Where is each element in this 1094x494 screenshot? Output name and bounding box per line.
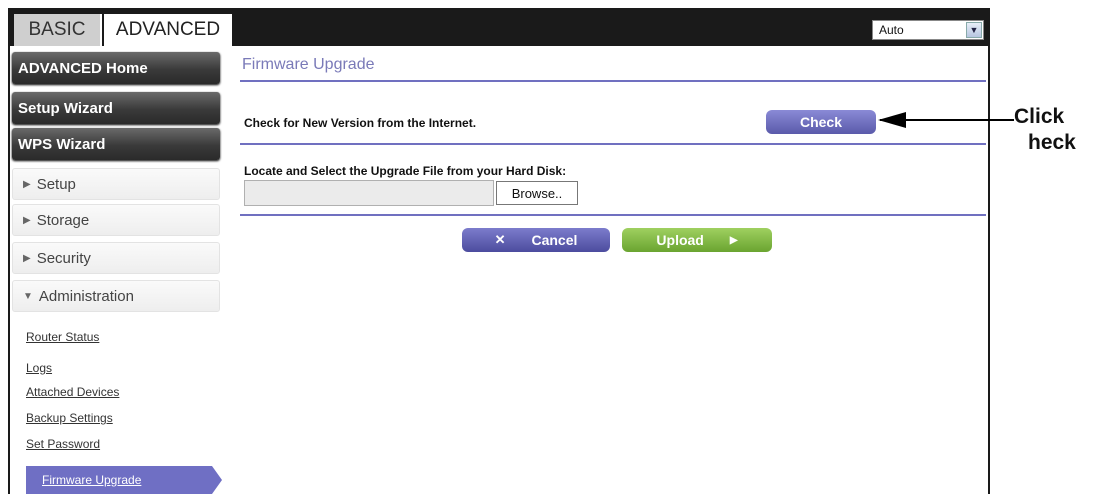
upgrade-file-input[interactable]	[244, 180, 494, 206]
sidebar-item-setup[interactable]: ▶ Setup	[12, 168, 220, 200]
callout-text-line2: heck	[1028, 131, 1076, 154]
sidebar-wps-wizard[interactable]: WPS Wizard	[12, 128, 220, 160]
cancel-button[interactable]: ✕ Cancel	[462, 228, 610, 252]
language-select-value: Auto	[879, 23, 904, 37]
divider	[240, 80, 986, 82]
sidebar-item-administration[interactable]: ▼ Administration	[12, 280, 220, 312]
language-select[interactable]: Auto ▼	[872, 20, 984, 40]
sidebar-link-backup-settings[interactable]: Backup Settings	[26, 411, 113, 425]
sidebar-link-logs[interactable]: Logs	[26, 361, 52, 375]
sidebar-item-label: Storage	[36, 211, 90, 229]
sidebar-advanced-home[interactable]: ADVANCED Home	[12, 52, 220, 84]
sidebar-item-label: Administration	[38, 287, 134, 305]
tab-basic[interactable]: BASIC	[14, 14, 102, 46]
triangle-right-icon: ▶	[23, 214, 31, 226]
sidebar-link-set-password[interactable]: Set Password	[26, 437, 100, 451]
sidebar-item-security[interactable]: ▶ Security	[12, 242, 220, 274]
callout-text-line1: Click	[1014, 105, 1065, 128]
cancel-button-label: Cancel	[531, 232, 578, 248]
divider	[240, 143, 986, 145]
sidebar-item-storage[interactable]: ▶ Storage	[12, 204, 220, 236]
arrow-left-icon	[878, 112, 906, 128]
sidebar-link-router-status[interactable]: Router Status	[26, 330, 99, 344]
divider	[240, 214, 986, 216]
tab-advanced[interactable]: ADVANCED	[104, 14, 232, 46]
sidebar-item-label: Setup	[36, 175, 76, 193]
check-version-label: Check for New Version from the Internet.	[244, 116, 477, 130]
triangle-down-icon: ▼	[23, 290, 33, 302]
triangle-right-icon: ▶	[23, 178, 31, 190]
upload-button-label: Upload	[656, 232, 704, 248]
sidebar-link-firmware-upgrade[interactable]: Firmware Upgrade	[26, 466, 222, 494]
browse-button[interactable]: Browse..	[496, 181, 578, 205]
locate-file-label: Locate and Select the Upgrade File from …	[244, 164, 567, 178]
triangle-right-icon: ▶	[23, 252, 31, 264]
sidebar-link-label: Firmware Upgrade	[42, 473, 142, 487]
sidebar-item-label: Security	[36, 249, 91, 267]
page-title: Firmware Upgrade	[242, 56, 375, 73]
close-icon: ✕	[494, 232, 506, 247]
sidebar-link-attached-devices[interactable]: Attached Devices	[26, 385, 119, 399]
triangle-right-icon: ▶	[729, 234, 738, 246]
upload-button[interactable]: Upload ▶	[622, 228, 772, 252]
check-button[interactable]: Check	[766, 110, 876, 134]
chevron-down-icon[interactable]: ▼	[966, 22, 982, 38]
sidebar-setup-wizard[interactable]: Setup Wizard	[12, 92, 220, 124]
